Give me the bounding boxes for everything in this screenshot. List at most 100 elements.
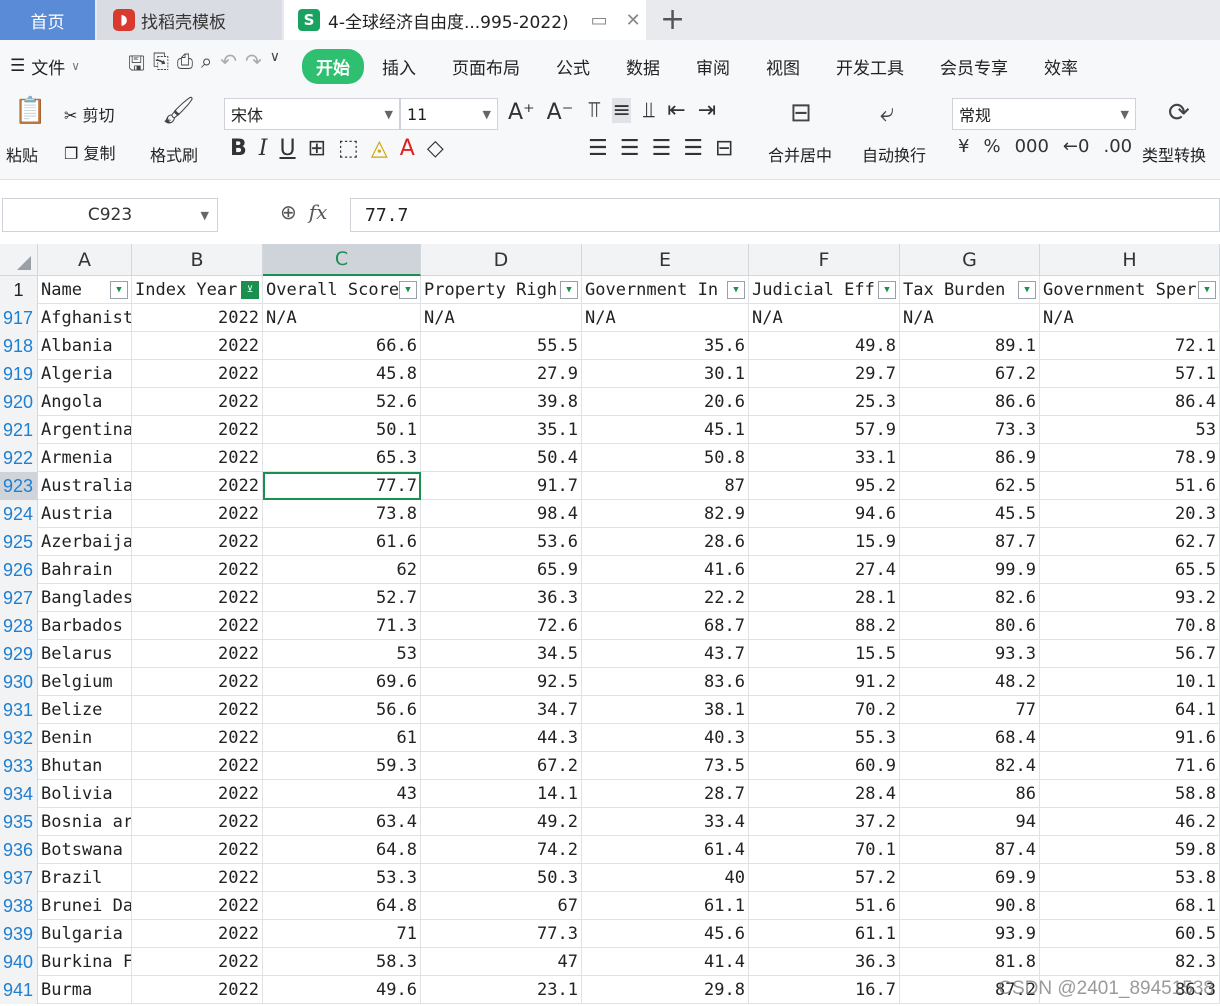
table-cell[interactable]: N/A: [900, 304, 1040, 332]
table-cell[interactable]: 2022: [132, 668, 263, 696]
table-cell[interactable]: 44.3: [421, 724, 582, 752]
tab-insert[interactable]: 插入: [364, 54, 434, 79]
table-cell[interactable]: 60.5: [1040, 920, 1220, 948]
table-cell[interactable]: 61.1: [582, 892, 749, 920]
table-cell[interactable]: 86: [900, 780, 1040, 808]
tab-page-layout[interactable]: 页面布局: [434, 54, 538, 79]
row-number[interactable]: 937: [0, 864, 38, 892]
table-cell[interactable]: 2022: [132, 920, 263, 948]
table-cell[interactable]: 69.9: [900, 864, 1040, 892]
row-number[interactable]: 926: [0, 556, 38, 584]
table-cell[interactable]: 58.3: [263, 948, 421, 976]
font-size-select[interactable]: 11 ▼: [400, 98, 498, 130]
fill-color-icon[interactable]: ◬: [371, 136, 388, 161]
table-cell[interactable]: Afghanist: [38, 304, 132, 332]
table-cell[interactable]: 23.1: [421, 976, 582, 1004]
table-cell[interactable]: 71: [263, 920, 421, 948]
table-cell[interactable]: Bhutan: [38, 752, 132, 780]
table-cell[interactable]: 87.7: [900, 528, 1040, 556]
tab-member[interactable]: 会员专享: [922, 54, 1026, 79]
table-cell[interactable]: 89.1: [900, 332, 1040, 360]
table-cell[interactable]: 28.7: [582, 780, 749, 808]
table-cell[interactable]: 60.9: [749, 752, 900, 780]
export-pdf-icon[interactable]: ⎘: [153, 49, 169, 83]
table-cell[interactable]: 53: [263, 640, 421, 668]
new-tab-icon[interactable]: +: [660, 2, 685, 37]
table-cell[interactable]: Brazil: [38, 864, 132, 892]
table-cell[interactable]: 78.9: [1040, 444, 1220, 472]
table-cell[interactable]: Belize: [38, 696, 132, 724]
table-cell[interactable]: 72.1: [1040, 332, 1220, 360]
decrease-decimal-icon[interactable]: ←0: [1063, 136, 1090, 157]
table-cell[interactable]: 15.5: [749, 640, 900, 668]
table-cell[interactable]: Botswana: [38, 836, 132, 864]
table-cell[interactable]: 98.4: [421, 500, 582, 528]
wrap-text-icon[interactable]: ⤶: [880, 98, 895, 129]
save-icon[interactable]: 🖫: [128, 49, 145, 83]
table-cell[interactable]: 34.5: [421, 640, 582, 668]
row-number[interactable]: 930: [0, 668, 38, 696]
header-cell[interactable]: Index Year ⊻: [132, 276, 263, 304]
table-cell[interactable]: 73.3: [900, 416, 1040, 444]
table-cell[interactable]: 91.2: [749, 668, 900, 696]
table-cell[interactable]: 66.6: [263, 332, 421, 360]
table-cell[interactable]: 82.9: [582, 500, 749, 528]
table-cell[interactable]: 93.2: [1040, 584, 1220, 612]
row-number[interactable]: 941: [0, 976, 38, 1004]
function-icon[interactable]: fx: [309, 200, 328, 224]
table-cell[interactable]: 2022: [132, 304, 263, 332]
row-number[interactable]: 933: [0, 752, 38, 780]
table-cell[interactable]: 53.3: [263, 864, 421, 892]
table-cell[interactable]: Australia: [38, 472, 132, 500]
select-all-corner[interactable]: [0, 244, 38, 276]
table-cell[interactable]: 2022: [132, 724, 263, 752]
tab-review[interactable]: 审阅: [678, 54, 748, 79]
table-cell[interactable]: 35.6: [582, 332, 749, 360]
table-cell[interactable]: 20.6: [582, 388, 749, 416]
table-cell[interactable]: Belgium: [38, 668, 132, 696]
table-cell[interactable]: 2022: [132, 612, 263, 640]
currency-icon[interactable]: ¥: [958, 136, 969, 157]
indent-icon[interactable]: ⇥: [698, 98, 716, 123]
header-cell[interactable]: Government In ▼: [582, 276, 749, 304]
table-cell[interactable]: 57.9: [749, 416, 900, 444]
table-cell[interactable]: 2022: [132, 332, 263, 360]
table-cell[interactable]: 93.9: [900, 920, 1040, 948]
table-cell[interactable]: 90.8: [900, 892, 1040, 920]
table-cell[interactable]: 69.6: [263, 668, 421, 696]
cell-style-icon[interactable]: ⬚: [338, 136, 359, 161]
table-cell[interactable]: 53: [1040, 416, 1220, 444]
row-number[interactable]: 931: [0, 696, 38, 724]
table-cell[interactable]: Armenia: [38, 444, 132, 472]
table-cell[interactable]: 70.8: [1040, 612, 1220, 640]
table-cell[interactable]: 33.4: [582, 808, 749, 836]
tab-start[interactable]: 开始: [302, 48, 365, 84]
increase-decimal-icon[interactable]: .00: [1103, 136, 1132, 157]
table-cell[interactable]: 25.3: [749, 388, 900, 416]
table-cell[interactable]: Angola: [38, 388, 132, 416]
table-cell[interactable]: 29.7: [749, 360, 900, 388]
close-tab-icon[interactable]: ✕: [626, 10, 641, 31]
table-cell[interactable]: 33.1: [749, 444, 900, 472]
table-cell[interactable]: Austria: [38, 500, 132, 528]
table-cell[interactable]: 65.5: [1040, 556, 1220, 584]
table-cell[interactable]: 61.4: [582, 836, 749, 864]
column-header-d[interactable]: D: [421, 244, 582, 276]
float-window-icon[interactable]: ▭: [591, 10, 608, 31]
file-menu[interactable]: ☰ 文件 ∨: [0, 54, 116, 79]
merge-center-button[interactable]: 合并居中: [768, 142, 832, 166]
table-cell[interactable]: Bahrain: [38, 556, 132, 584]
table-cell[interactable]: 15.9: [749, 528, 900, 556]
header-cell[interactable]: Government Sper ▼: [1040, 276, 1220, 304]
table-cell[interactable]: 71.6: [1040, 752, 1220, 780]
undo-icon[interactable]: ↶: [220, 49, 237, 83]
table-cell[interactable]: Banglades: [38, 584, 132, 612]
table-cell[interactable]: 94.6: [749, 500, 900, 528]
table-cell[interactable]: 50.8: [582, 444, 749, 472]
align-top-icon[interactable]: ⫪: [588, 98, 600, 123]
row-number[interactable]: 934: [0, 780, 38, 808]
table-cell[interactable]: 59.3: [263, 752, 421, 780]
table-cell[interactable]: 45.5: [900, 500, 1040, 528]
table-cell[interactable]: 63.4: [263, 808, 421, 836]
header-cell[interactable]: Overall Score ▼: [263, 276, 421, 304]
